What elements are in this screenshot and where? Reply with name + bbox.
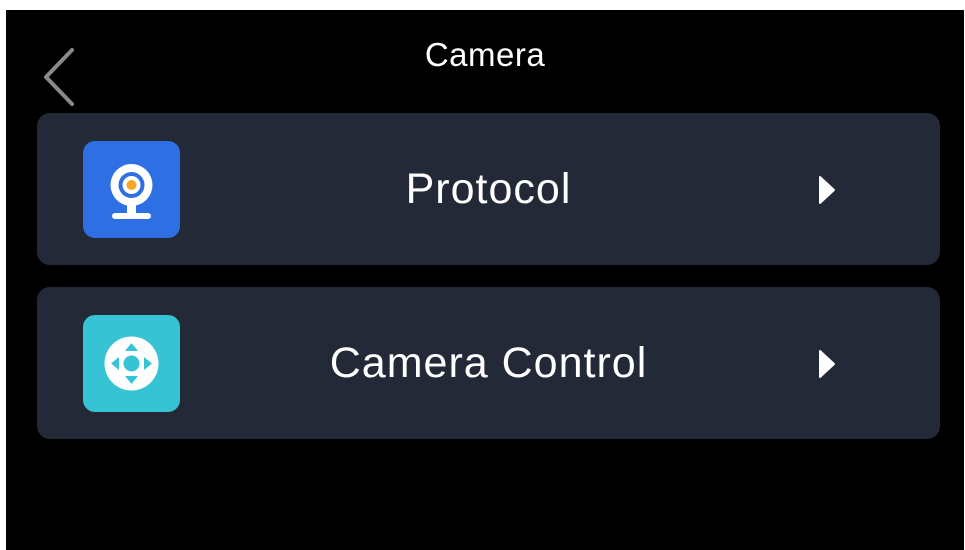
menu-item-protocol[interactable]: Protocol bbox=[37, 113, 940, 265]
page-title: Camera bbox=[424, 36, 546, 73]
menu-item-camera-control[interactable]: Camera Control bbox=[37, 287, 940, 439]
menu-item-label: Camera Control bbox=[329, 339, 648, 387]
caret-right-icon bbox=[818, 349, 836, 379]
camera-settings-screen: Camera Protocol Camera Control bbox=[6, 10, 964, 550]
ptz-direction-icon bbox=[83, 315, 180, 412]
caret-right-icon bbox=[818, 175, 836, 205]
menu-item-label: Protocol bbox=[405, 165, 572, 213]
webcam-icon bbox=[83, 141, 180, 238]
